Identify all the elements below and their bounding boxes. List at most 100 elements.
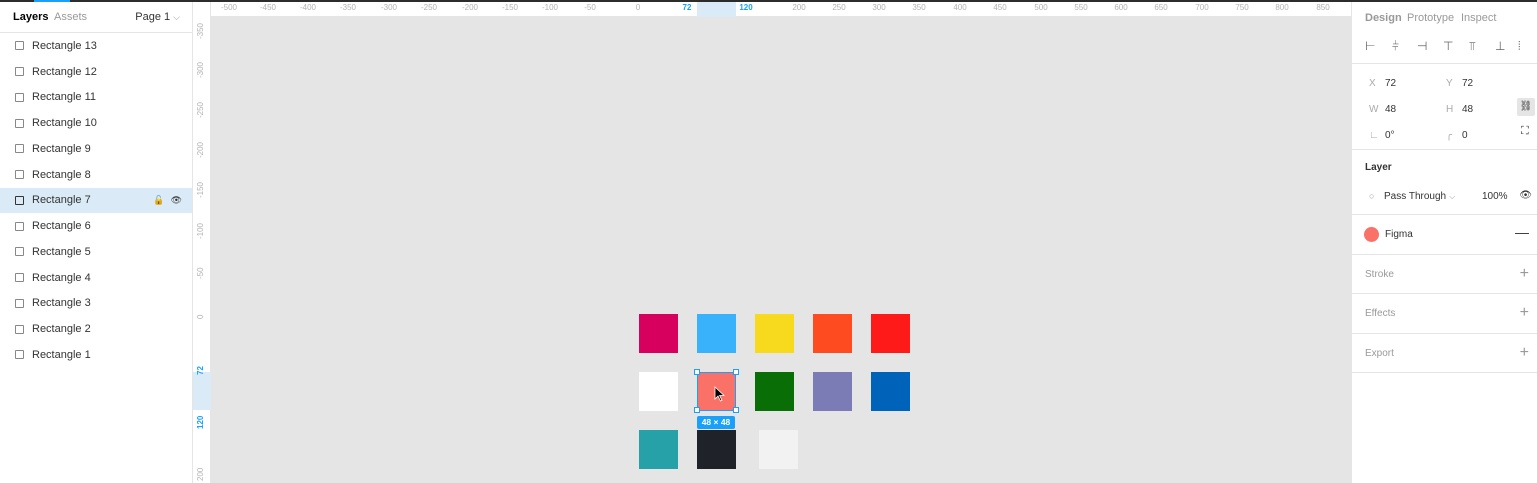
ruler-tick: -300: [380, 3, 398, 12]
height-field[interactable]: H 48: [1446, 104, 1473, 115]
ruler-tick: 450: [993, 3, 1007, 12]
rotation-field[interactable]: ∟ 0°: [1369, 130, 1395, 141]
unlock-icon[interactable]: 🔓: [153, 195, 164, 206]
align-bottom-icon[interactable]: ⊥: [1495, 39, 1505, 53]
page-selector[interactable]: Page 1 ⌵: [135, 11, 180, 23]
layer-section-title: Layer: [1365, 162, 1392, 173]
fill-style-name[interactable]: Figma: [1385, 229, 1413, 240]
eye-icon[interactable]: 👁: [171, 195, 182, 206]
rectangle-swatch[interactable]: [697, 314, 736, 353]
align-hcenter-icon[interactable]: ⫩: [1392, 39, 1399, 54]
rectangle-swatch[interactable]: [813, 314, 852, 353]
layer-row[interactable]: Rectangle 3: [0, 291, 192, 317]
rectangle-icon: [15, 195, 24, 205]
effects-title: Effects: [1365, 308, 1396, 319]
constrain-proportions-icon[interactable]: ⛓: [1517, 98, 1535, 116]
ruler-tick: 550: [1074, 3, 1088, 12]
corner-radius-icon: ╭: [1446, 130, 1453, 141]
layer-section: Layer ○ Pass Through ⌵ 100% 👁: [1352, 150, 1537, 215]
rectangle-swatch[interactable]: [639, 372, 678, 411]
canvas[interactable]: 48 × 48: [211, 17, 1351, 483]
align-right-icon[interactable]: ⊣: [1417, 39, 1427, 53]
rectangle-swatch[interactable]: [871, 372, 910, 411]
ruler-selection-highlight: [697, 2, 736, 17]
design-panel: Design Prototype Inspect ⊢ ⫩ ⊣ ⊤ ⫪ ⊥ ⦙ X…: [1351, 2, 1537, 483]
ruler-tick-v: -300: [196, 61, 205, 78]
layer-row[interactable]: Rectangle 2: [0, 316, 192, 342]
ruler-tick: 300: [872, 3, 886, 12]
layer-label: Rectangle 3: [32, 297, 91, 310]
rectangle-swatch[interactable]: [871, 314, 910, 353]
layer-row[interactable]: Rectangle 1: [0, 342, 192, 368]
page-name: Page 1: [135, 11, 171, 23]
rectangle-icon: [15, 67, 24, 77]
align-top-icon[interactable]: ⊤: [1443, 39, 1453, 53]
rectangle-swatch[interactable]: [759, 430, 798, 469]
resize-handle-bl[interactable]: [694, 407, 700, 413]
rectangle-icon: [15, 273, 24, 283]
independent-corners-icon[interactable]: ⛶: [1521, 125, 1529, 138]
tab-layers[interactable]: Layers: [13, 11, 48, 23]
tab-design[interactable]: Design: [1365, 12, 1402, 24]
layer-row[interactable]: Rectangle 5: [0, 239, 192, 265]
add-export-icon[interactable]: +: [1520, 344, 1529, 362]
resize-handle-tl[interactable]: [694, 369, 700, 375]
tab-prototype[interactable]: Prototype: [1407, 12, 1454, 24]
tab-inspect[interactable]: Inspect: [1461, 12, 1496, 24]
layer-label: Rectangle 4: [32, 271, 91, 284]
remove-fill-icon[interactable]: —: [1515, 224, 1529, 240]
effects-section: Effects +: [1352, 294, 1537, 334]
add-stroke-icon[interactable]: +: [1520, 265, 1529, 283]
layer-list: Rectangle 13 Rectangle 12 Rectangle 11 Rect…: [0, 33, 192, 368]
rectangle-swatch[interactable]: [755, 314, 794, 353]
fill-color-swatch[interactable]: [1364, 227, 1379, 242]
layer-row[interactable]: Rectangle 6: [0, 213, 192, 239]
resize-handle-tr[interactable]: [733, 369, 739, 375]
layer-label: Rectangle 2: [32, 323, 91, 336]
width-field[interactable]: W 48: [1369, 104, 1396, 115]
ruler-tick: 700: [1195, 3, 1209, 12]
distribute-icon[interactable]: ⦙: [1518, 39, 1521, 54]
right-tabs: Design Prototype Inspect: [1352, 2, 1537, 31]
layer-label: Rectangle 5: [32, 245, 91, 258]
ruler-tick: 0: [635, 3, 641, 12]
ruler-tick: -250: [420, 3, 438, 12]
rectangle-swatch[interactable]: [639, 430, 678, 469]
ruler-tick: -450: [259, 3, 277, 12]
layer-label: Rectangle 6: [32, 220, 91, 233]
ruler-tick: 400: [953, 3, 967, 12]
layer-row[interactable]: Rectangle 10: [0, 110, 192, 136]
layer-row[interactable]: Rectangle 12: [0, 59, 192, 85]
y-field[interactable]: Y 72: [1446, 78, 1473, 89]
blend-mode-select[interactable]: Pass Through ⌵: [1384, 191, 1455, 202]
selection-size-badge: 48 × 48: [697, 416, 735, 429]
layer-row[interactable]: Rectangle 8: [0, 162, 192, 188]
rectangle-icon: [15, 298, 24, 308]
resize-handle-br[interactable]: [733, 407, 739, 413]
x-field[interactable]: X 72: [1369, 78, 1396, 89]
opacity-field[interactable]: 100%: [1482, 191, 1508, 202]
rectangle-swatch[interactable]: [813, 372, 852, 411]
align-vcenter-icon[interactable]: ⫪: [1469, 39, 1476, 54]
layer-row[interactable]: Rectangle 4: [0, 265, 192, 291]
export-title: Export: [1365, 347, 1394, 359]
layer-label: Rectangle 11: [32, 91, 97, 104]
left-tabs: Layers Assets Page 1 ⌵: [0, 2, 192, 33]
add-effect-icon[interactable]: +: [1520, 304, 1529, 322]
layer-row[interactable]: Rectangle 7 🔓 👁: [0, 187, 192, 214]
chevron-down-icon: ⌵: [173, 12, 180, 22]
align-left-icon[interactable]: ⊢: [1365, 39, 1375, 53]
corner-radius-field[interactable]: ╭ 0: [1446, 130, 1468, 141]
layer-row[interactable]: Rectangle 9: [0, 136, 192, 162]
layer-row[interactable]: Rectangle 13: [0, 33, 192, 59]
tab-assets[interactable]: Assets: [54, 11, 87, 23]
ruler-tick: 800: [1275, 3, 1289, 12]
rectangle-swatch[interactable]: [639, 314, 678, 353]
rectangle-swatch[interactable]: [697, 430, 736, 469]
layer-row[interactable]: Rectangle 11: [0, 85, 192, 111]
rectangle-swatch[interactable]: [755, 372, 794, 411]
ruler-tick: 200: [792, 3, 806, 12]
ruler-tick-v: 120: [196, 415, 205, 429]
ruler-tick: -100: [541, 3, 559, 12]
eye-icon[interactable]: 👁: [1519, 190, 1532, 201]
